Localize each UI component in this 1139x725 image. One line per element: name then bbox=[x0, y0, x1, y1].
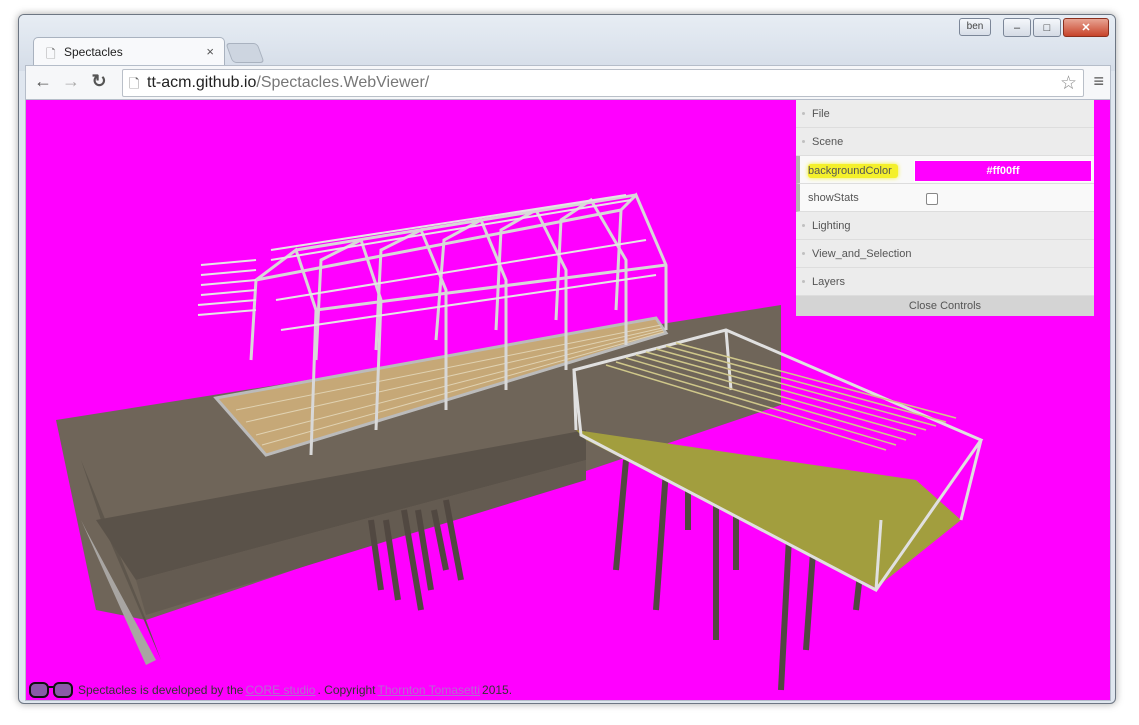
browser-window: ben – □ ✕ 🗋 Spectacles × ← → ↻ 🗋 tt-acm.… bbox=[18, 14, 1116, 704]
background-color-input[interactable]: #ff00ff bbox=[914, 160, 1092, 182]
folder-layers-label: Layers bbox=[812, 276, 846, 288]
folder-layers[interactable]: Layers bbox=[796, 268, 1094, 296]
bookmark-star-icon[interactable]: ☆ bbox=[1060, 72, 1077, 95]
bullet-icon bbox=[802, 140, 805, 143]
tab-title: Spectacles bbox=[64, 45, 123, 59]
folder-view-selection-label: View_and_Selection bbox=[812, 248, 912, 260]
address-bar[interactable]: 🗋 tt-acm.github.io/Spectacles.WebViewer/… bbox=[122, 69, 1084, 97]
background-color-label: backgroundColor bbox=[808, 164, 898, 178]
folder-file-label: File bbox=[812, 108, 830, 120]
forward-arrow-icon[interactable]: → bbox=[60, 71, 82, 92]
controls-panel: File Scene backgroundColor #ff00ff showS… bbox=[796, 100, 1094, 316]
folder-scene-label: Scene bbox=[812, 136, 844, 148]
bullet-icon bbox=[802, 252, 805, 255]
bullet-icon bbox=[802, 224, 805, 227]
footer-text-2: . Copyright bbox=[317, 683, 376, 697]
thornton-tomasetti-link[interactable]: Thornton Tomasetti bbox=[378, 683, 481, 697]
url-text: tt-acm.github.io/Spectacles.WebViewer/ bbox=[147, 74, 429, 92]
show-stats-checkbox[interactable] bbox=[926, 193, 938, 205]
background-color-row: backgroundColor #ff00ff bbox=[796, 156, 1094, 184]
3d-viewport[interactable]: File Scene backgroundColor #ff00ff showS… bbox=[25, 99, 1111, 701]
reload-icon[interactable]: ↻ bbox=[88, 71, 110, 92]
chrome-menu-icon[interactable]: ≡ bbox=[1093, 71, 1104, 92]
close-window-button[interactable]: ✕ bbox=[1063, 18, 1109, 37]
minimize-button[interactable]: – bbox=[1003, 18, 1031, 37]
new-tab-button[interactable] bbox=[225, 43, 265, 63]
url-host: tt-acm.github.io bbox=[147, 74, 257, 91]
url-path: /Spectacles.WebViewer/ bbox=[256, 74, 430, 91]
footer-text-3: 2015. bbox=[482, 683, 513, 697]
folder-scene[interactable]: Scene bbox=[796, 128, 1094, 156]
browser-toolbar: ← → ↻ 🗋 tt-acm.github.io/Spectacles.WebV… bbox=[25, 65, 1111, 100]
maximize-button[interactable]: □ bbox=[1033, 18, 1061, 37]
close-controls-button[interactable]: Close Controls bbox=[796, 296, 1094, 316]
show-stats-row: showStats bbox=[796, 184, 1094, 212]
window-controls: ben – □ ✕ bbox=[959, 18, 1109, 37]
core-studio-link[interactable]: CORE studio bbox=[245, 683, 315, 697]
spectacles-glasses-icon bbox=[29, 682, 73, 698]
user-profile-button[interactable]: ben bbox=[959, 18, 991, 36]
lower-deck bbox=[576, 430, 961, 588]
folder-file[interactable]: File bbox=[796, 100, 1094, 128]
tab-spectacles[interactable]: 🗋 Spectacles × bbox=[33, 37, 225, 66]
title-bar: ben – □ ✕ 🗋 Spectacles × bbox=[19, 15, 1115, 71]
footer-credit: Spectacles is developed by the CORE stud… bbox=[28, 679, 513, 700]
page-icon: 🗋 bbox=[46, 47, 56, 61]
bullet-icon bbox=[802, 112, 805, 115]
bullet-icon bbox=[802, 280, 805, 283]
show-stats-label: showStats bbox=[808, 192, 859, 204]
page-icon: 🗋 bbox=[129, 76, 140, 91]
close-tab-icon[interactable]: × bbox=[206, 44, 214, 59]
folder-lighting-label: Lighting bbox=[812, 220, 851, 232]
footer-text-1: Spectacles is developed by the bbox=[78, 683, 244, 697]
folder-view-and-selection[interactable]: View_and_Selection bbox=[796, 240, 1094, 268]
back-arrow-icon[interactable]: ← bbox=[32, 71, 54, 92]
folder-lighting[interactable]: Lighting bbox=[796, 212, 1094, 240]
